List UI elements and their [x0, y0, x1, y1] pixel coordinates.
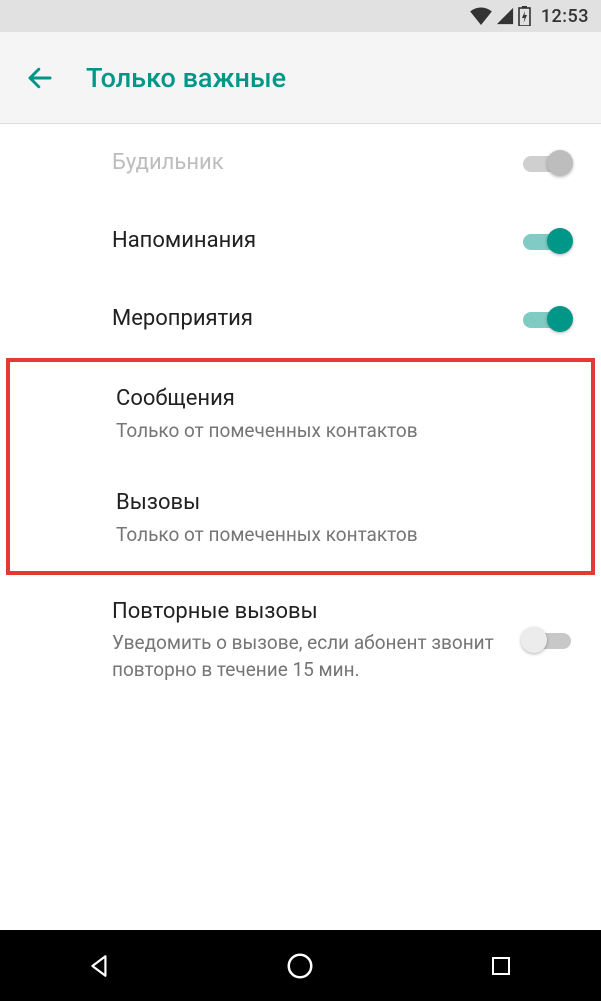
row-alarm: Будильник: [0, 124, 601, 202]
switch-reminders[interactable]: [521, 224, 573, 258]
switch-events[interactable]: [521, 302, 573, 336]
back-button[interactable]: [20, 58, 60, 98]
page-title: Только важные: [86, 62, 286, 94]
label-reminders: Напоминания: [112, 226, 521, 256]
highlight-annotation: Сообщения Только от помеченных контактов…: [6, 358, 595, 575]
row-calls[interactable]: Вызовы Только от помеченных контактов: [10, 466, 591, 570]
clock-text: 12:53: [541, 6, 589, 27]
sub-messages: Только от помеченных контактов: [116, 418, 563, 445]
status-bar: 12:53: [0, 0, 601, 32]
cellular-icon: [496, 7, 514, 25]
switch-repeat[interactable]: [521, 623, 573, 657]
navigation-bar: [0, 930, 601, 1001]
nav-back-button[interactable]: [60, 941, 140, 991]
label-events: Мероприятия: [112, 304, 521, 334]
app-bar: Только важные: [0, 32, 601, 124]
sub-calls: Только от помеченных контактов: [116, 522, 563, 549]
row-repeat-callers[interactable]: Повторные вызовы Уведомить о вызове, есл…: [0, 575, 601, 706]
label-repeat: Повторные вызовы: [112, 597, 521, 627]
label-messages: Сообщения: [116, 384, 563, 414]
settings-list: Будильник Напоминания Мероприятия Сообще…: [0, 124, 601, 705]
row-reminders[interactable]: Напоминания: [0, 202, 601, 280]
sub-repeat: Уведомить о вызове, если абонент звонит …: [112, 630, 521, 683]
nav-home-button[interactable]: [260, 941, 340, 991]
nav-recent-button[interactable]: [461, 941, 541, 991]
label-alarm: Будильник: [112, 148, 521, 178]
row-events[interactable]: Мероприятия: [0, 280, 601, 358]
switch-alarm: [521, 146, 573, 180]
battery-icon: [518, 6, 531, 26]
label-calls: Вызовы: [116, 488, 563, 518]
row-messages[interactable]: Сообщения Только от помеченных контактов: [10, 362, 591, 466]
wifi-icon: [470, 7, 492, 25]
